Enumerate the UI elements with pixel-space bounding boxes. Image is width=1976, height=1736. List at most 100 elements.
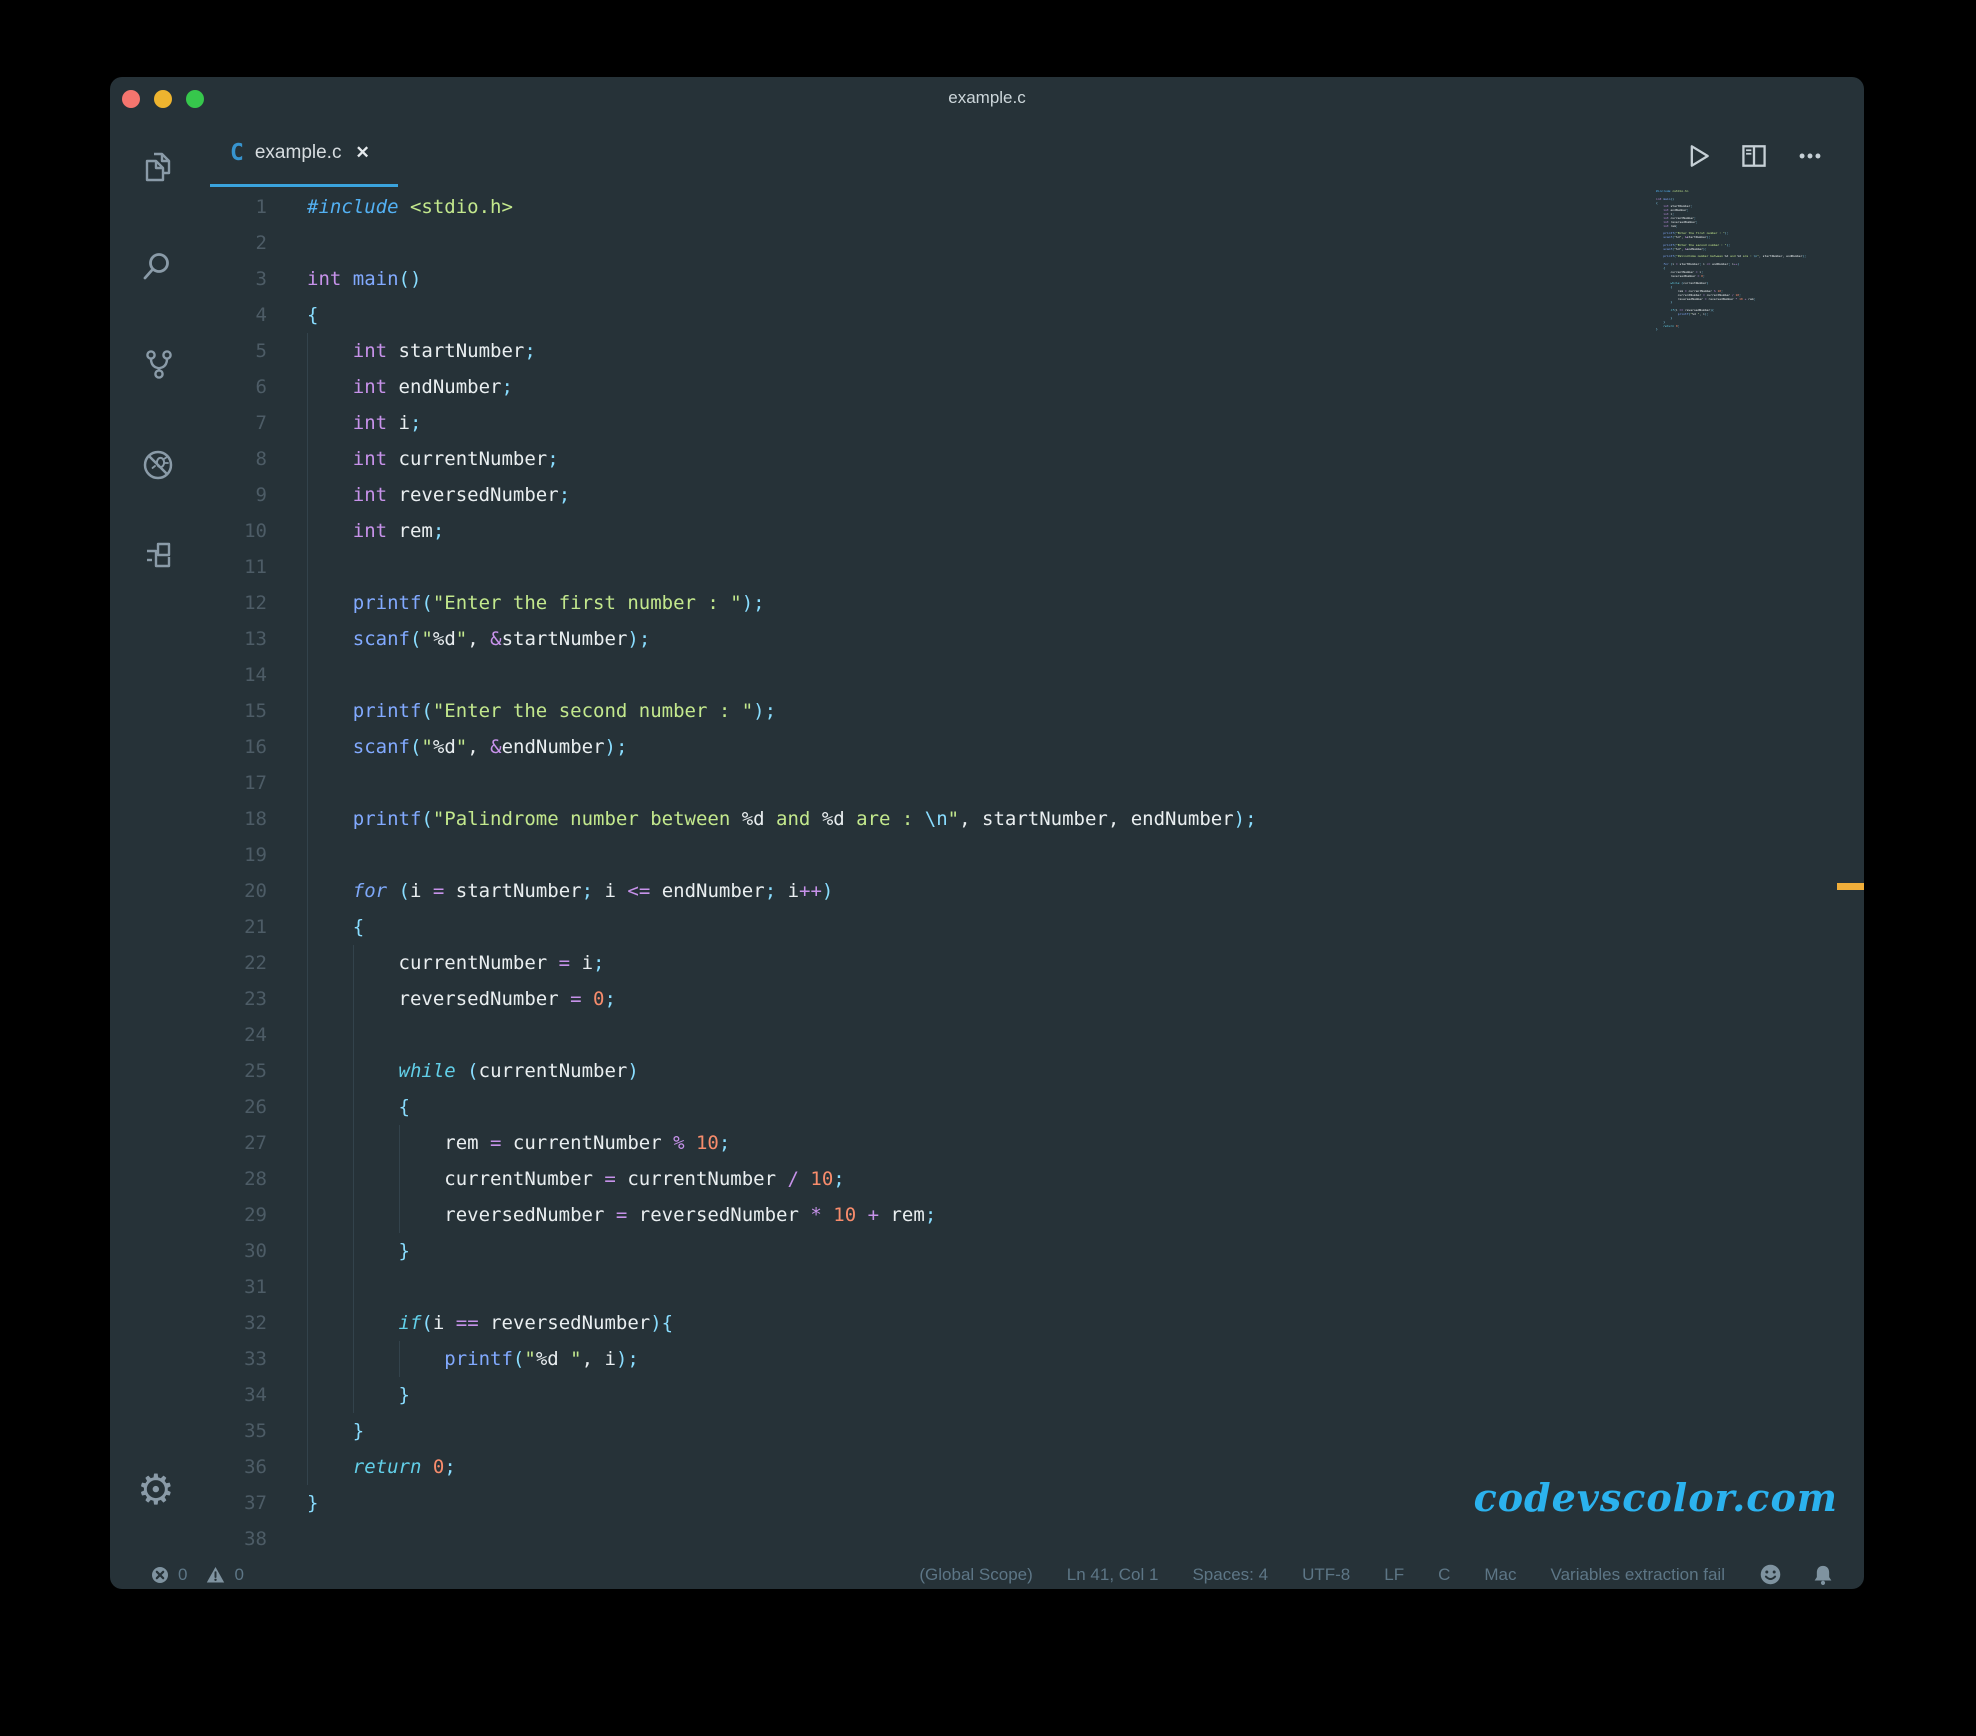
- status-item[interactable]: Mac: [1484, 1565, 1516, 1585]
- status-bar: 0 0 (Global Scope) Ln 41, Col 1 Spaces: 4 U…: [110, 1560, 1864, 1589]
- code-line: int startNumber;: [307, 333, 1257, 369]
- status-item[interactable]: Variables extraction fail: [1551, 1565, 1726, 1585]
- c-language-icon: C: [230, 140, 244, 166]
- line-number: 9: [190, 477, 267, 513]
- line-number: 32: [190, 1305, 267, 1341]
- line-number: 12: [190, 585, 267, 621]
- line-number: 16: [190, 729, 267, 765]
- code-line: {: [307, 1089, 1257, 1125]
- line-number: 35: [190, 1413, 267, 1449]
- status-item[interactable]: Spaces: 4: [1192, 1565, 1268, 1585]
- line-number: 2: [190, 225, 267, 261]
- settings-gear-icon[interactable]: ⚙: [137, 1469, 175, 1511]
- code-line: rem = currentNumber % 10;: [307, 1125, 1257, 1161]
- debug-disabled-icon[interactable]: [141, 448, 175, 482]
- status-item[interactable]: LF: [1384, 1565, 1404, 1585]
- tab-example-c[interactable]: C example.c ✕: [210, 121, 398, 184]
- line-number: 26: [190, 1089, 267, 1125]
- line-number: 1: [190, 189, 267, 225]
- line-number: 10: [190, 513, 267, 549]
- code-line: [307, 1017, 1257, 1053]
- line-number: 13: [190, 621, 267, 657]
- indent-guide: [353, 945, 354, 1413]
- problems-status[interactable]: 0 0: [150, 1565, 254, 1585]
- source-control-icon[interactable]: [141, 347, 175, 381]
- window-title: example.c: [110, 88, 1864, 108]
- line-number: 23: [190, 981, 267, 1017]
- tab-close-icon[interactable]: ✕: [355, 143, 369, 163]
- line-number: 4: [190, 297, 267, 333]
- line-number: 17: [190, 765, 267, 801]
- code-line: reversedNumber = 0;: [307, 981, 1257, 1017]
- line-number: 8: [190, 441, 267, 477]
- code-line: return 0;: [307, 1449, 1257, 1485]
- overview-ruler-marker: [1837, 883, 1864, 890]
- line-number: 20: [190, 873, 267, 909]
- code-line: }: [307, 1485, 1257, 1521]
- editor-actions: [1682, 140, 1826, 172]
- code-line: currentNumber = currentNumber / 10;: [307, 1161, 1257, 1197]
- code-line: }: [307, 1233, 1257, 1269]
- indent-guide: [307, 333, 308, 1485]
- warnings-count: 0: [234, 1565, 243, 1585]
- code-line: [1656, 332, 1832, 336]
- line-number: 7: [190, 405, 267, 441]
- status-item[interactable]: (Global Scope): [919, 1565, 1032, 1585]
- active-tab-underline: [210, 184, 398, 187]
- line-number: 6: [190, 369, 267, 405]
- code-line: [307, 765, 1257, 801]
- line-number: 29: [190, 1197, 267, 1233]
- line-number: 22: [190, 945, 267, 981]
- status-right-group: (Global Scope) Ln 41, Col 1 Spaces: 4 UTF-8…: [919, 1565, 1725, 1585]
- errors-count: 0: [178, 1565, 187, 1585]
- notifications-bell-icon[interactable]: [1812, 1563, 1834, 1586]
- code-line: [307, 1521, 1257, 1557]
- vscode-window: example.c: [110, 77, 1864, 1589]
- extensions-icon[interactable]: [141, 538, 175, 572]
- indent-guide: [399, 1341, 400, 1377]
- line-number: 18: [190, 801, 267, 837]
- code-line: printf("Palindrome number between %d and…: [307, 801, 1257, 837]
- code-line: reversedNumber = reversedNumber * 10 + r…: [307, 1197, 1257, 1233]
- line-number: 24: [190, 1017, 267, 1053]
- line-number: 21: [190, 909, 267, 945]
- line-number: 28: [190, 1161, 267, 1197]
- code-line: printf("%d ", i);: [307, 1341, 1257, 1377]
- code-line: }: [307, 1377, 1257, 1413]
- code-line: [307, 657, 1257, 693]
- explorer-icon[interactable]: [141, 150, 175, 184]
- tab-label: example.c: [255, 142, 342, 164]
- code-line: for (i = startNumber; i <= endNumber; i+…: [307, 873, 1257, 909]
- code-line: if(i == reversedNumber){: [307, 1305, 1257, 1341]
- line-number: 15: [190, 693, 267, 729]
- line-number: 31: [190, 1269, 267, 1305]
- split-editor-button[interactable]: [1738, 140, 1770, 172]
- minimap[interactable]: #include <stdio.h>int main(){ int startN…: [1656, 190, 1832, 340]
- line-number: 37: [190, 1485, 267, 1521]
- line-number: 33: [190, 1341, 267, 1377]
- code-line: }: [307, 1413, 1257, 1449]
- code-line: currentNumber = i;: [307, 945, 1257, 981]
- line-number-gutter[interactable]: 1234567891011121314151617181920212223242…: [190, 189, 267, 1557]
- errors-icon: [150, 1565, 170, 1585]
- line-number: 14: [190, 657, 267, 693]
- desktop-background: example.c: [0, 0, 1976, 1736]
- line-number: 36: [190, 1449, 267, 1485]
- line-number: 34: [190, 1377, 267, 1413]
- line-number: 30: [190, 1233, 267, 1269]
- line-number: 27: [190, 1125, 267, 1161]
- line-number: 3: [190, 261, 267, 297]
- editor-code-area[interactable]: #include <stdio.h>int main(){ int startN…: [307, 189, 1257, 1557]
- feedback-smiley-icon[interactable]: [1759, 1563, 1782, 1586]
- code-line: printf("Palindrome number between %d and…: [1656, 255, 1832, 259]
- code-line: scanf("%d", &startNumber);: [307, 621, 1257, 657]
- line-number: 25: [190, 1053, 267, 1089]
- run-button[interactable]: [1682, 140, 1714, 172]
- line-number: 38: [190, 1521, 267, 1557]
- search-icon[interactable]: [141, 250, 175, 284]
- status-item[interactable]: Ln 41, Col 1: [1067, 1565, 1159, 1585]
- status-item[interactable]: C: [1438, 1565, 1450, 1585]
- line-number: 5: [190, 333, 267, 369]
- status-item[interactable]: UTF-8: [1302, 1565, 1350, 1585]
- more-actions-icon[interactable]: [1794, 140, 1826, 172]
